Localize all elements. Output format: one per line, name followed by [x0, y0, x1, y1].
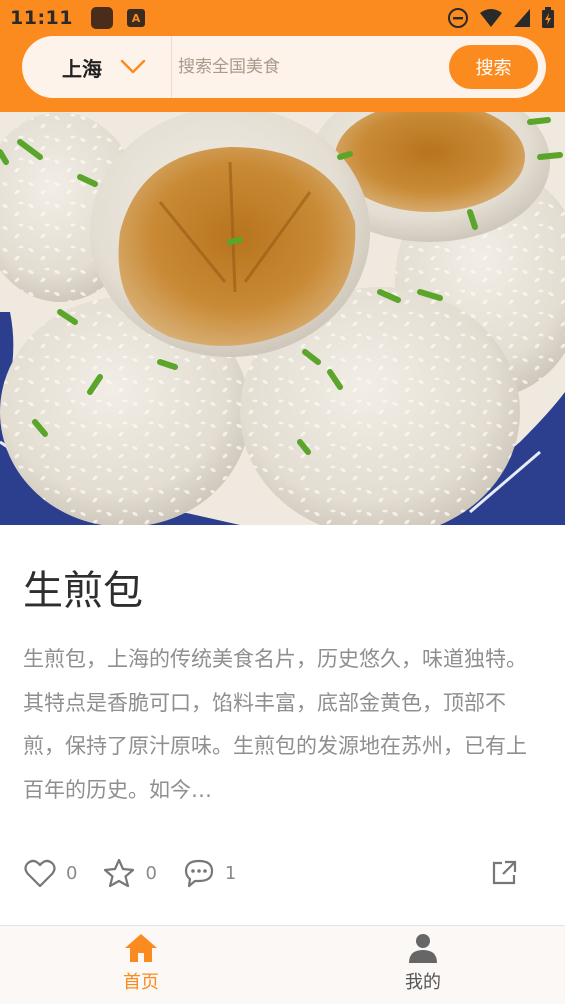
status-time: 11:11: [10, 7, 73, 29]
tab-mine[interactable]: 我的: [282, 926, 564, 1004]
search-bar: 上海 搜索: [22, 36, 546, 98]
a-badge-icon: A: [126, 9, 145, 27]
wifi-icon: [480, 9, 502, 27]
article-description: 生煎包，上海的传统美食名片，历史悠久，味道独特。其特点是香脆可口，馅料丰富，底部…: [23, 647, 527, 802]
share-icon: [492, 860, 517, 885]
star-icon: [104, 858, 135, 888]
battery-icon: [542, 7, 554, 28]
comment-count: 1: [224, 862, 237, 884]
do-not-disturb-icon: [448, 8, 468, 28]
share-button[interactable]: [490, 859, 518, 887]
app-icon: [90, 7, 113, 29]
comment-icon: [184, 859, 214, 888]
favorite-button[interactable]: 0: [103, 858, 157, 888]
header: 上海 搜索: [0, 36, 565, 112]
search-input[interactable]: [172, 36, 449, 98]
heart-icon: [24, 859, 56, 888]
comment-button[interactable]: 1: [183, 858, 236, 888]
signal-icon: [514, 9, 530, 27]
tab-home[interactable]: 首页: [0, 926, 282, 1004]
city-selector[interactable]: 上海: [22, 36, 172, 98]
like-button[interactable]: 0: [24, 858, 77, 888]
home-icon: [125, 934, 157, 962]
search-button[interactable]: 搜索: [449, 45, 538, 89]
status-bar: 11:11 A: [0, 0, 565, 36]
tab-mine-label: 我的: [405, 972, 441, 993]
favorite-count: 0: [145, 862, 157, 884]
action-bar: 0 0 1: [24, 852, 544, 894]
like-count: 0: [66, 862, 78, 884]
article-title: 生煎包: [23, 568, 143, 614]
bottom-nav: 首页 我的: [0, 926, 565, 1004]
user-icon: [409, 934, 437, 963]
food-image[interactable]: [0, 112, 565, 525]
chevron-down-icon: [120, 59, 146, 74]
food-image-graphic: [0, 112, 565, 525]
tab-home-label: 首页: [123, 972, 159, 993]
city-name: 上海: [62, 56, 102, 81]
status-icons: [447, 7, 555, 29]
